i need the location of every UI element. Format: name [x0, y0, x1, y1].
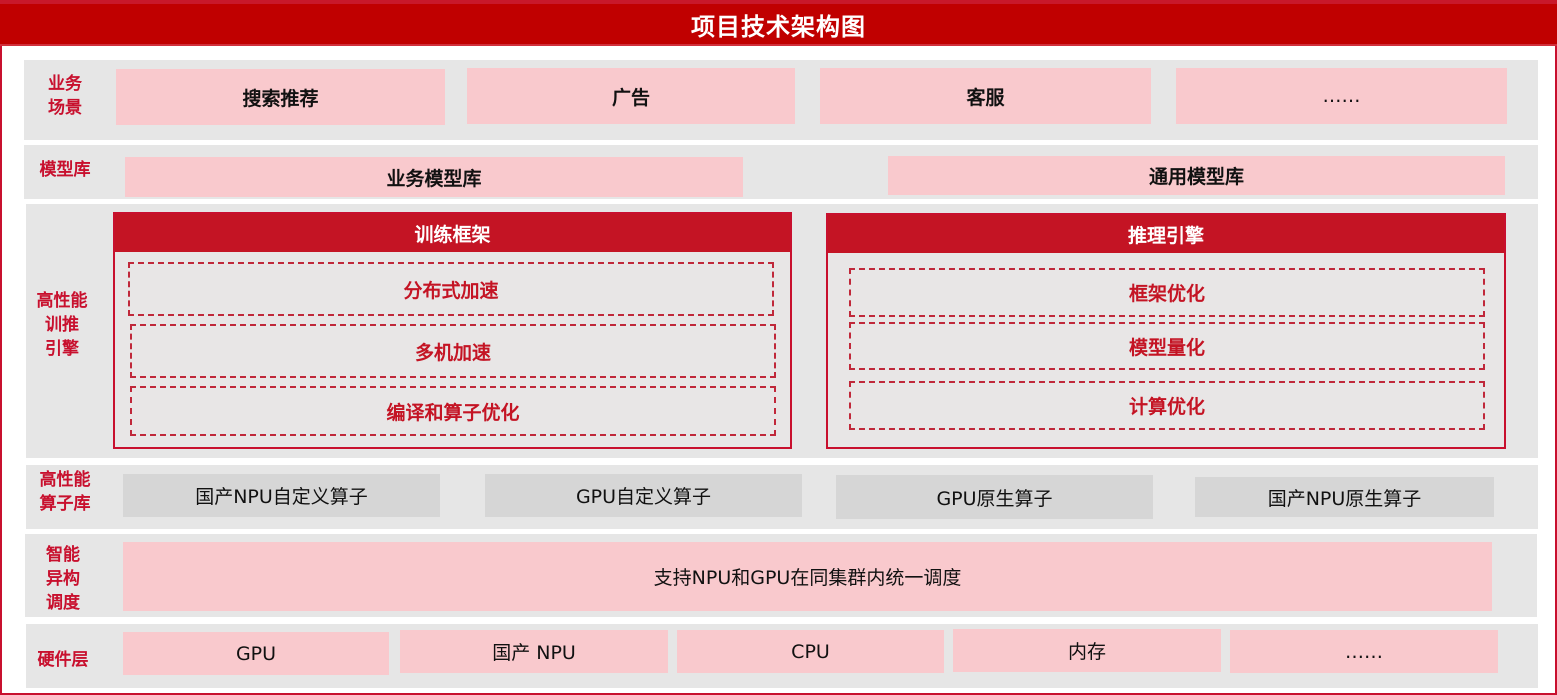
- hardware-label: 硬件层: [37, 650, 89, 670]
- training-framework-title: 训练框架: [115, 214, 790, 252]
- training-framework-panel: 训练框架 分布式加速 多机加速 编译和算子优化: [113, 212, 792, 449]
- inference-engine-title: 推理引擎: [828, 215, 1504, 253]
- diagram-title: 项目技术架构图: [691, 12, 866, 41]
- inference-item-model-quantization: 模型量化: [849, 322, 1485, 370]
- operator-gpu-custom: GPU自定义算子: [485, 474, 802, 517]
- general-model-library: 通用模型库: [888, 156, 1505, 195]
- model-library-label: 模型库: [39, 160, 91, 180]
- operator-npu-custom: 国产NPU自定义算子: [123, 474, 440, 517]
- business-item-search-recommend: 搜索推荐: [116, 69, 445, 125]
- unified-scheduling-box: 支持NPU和GPU在同集群内统一调度: [123, 542, 1492, 611]
- operator-npu-native: 国产NPU原生算子: [1195, 477, 1494, 517]
- business-model-library: 业务模型库: [125, 157, 743, 197]
- inference-item-framework-optimization: 框架优化: [849, 268, 1485, 317]
- hardware-item-npu: 国产 NPU: [400, 630, 668, 673]
- title-bar: 项目技术架构图: [0, 0, 1557, 46]
- business-item-customer-service: 客服: [820, 68, 1151, 124]
- inference-item-compute-optimization: 计算优化: [849, 381, 1485, 430]
- operator-gpu-native: GPU原生算子: [836, 475, 1153, 519]
- scheduling-label: 智能 异构 调度: [46, 545, 80, 613]
- hardware-item-cpu: CPU: [677, 630, 944, 673]
- training-item-multi-machine-acceleration: 多机加速: [130, 324, 776, 378]
- training-item-distributed-acceleration: 分布式加速: [128, 262, 774, 316]
- inference-engine-panel: 推理引擎 框架优化 模型量化 计算优化: [826, 213, 1506, 449]
- hardware-item-gpu: GPU: [123, 632, 389, 675]
- business-layer-label: 业务 场景: [48, 74, 82, 118]
- training-item-compile-operator-optimization: 编译和算子优化: [130, 386, 776, 436]
- engine-layer-label: 高性能 训推 引擎: [36, 291, 88, 359]
- operator-library-label: 高性能 算子库: [39, 470, 91, 514]
- business-item-more: ……: [1176, 68, 1507, 124]
- hardware-item-more: ……: [1230, 630, 1498, 673]
- business-item-ads: 广告: [467, 68, 795, 124]
- hardware-item-memory: 内存: [953, 629, 1221, 672]
